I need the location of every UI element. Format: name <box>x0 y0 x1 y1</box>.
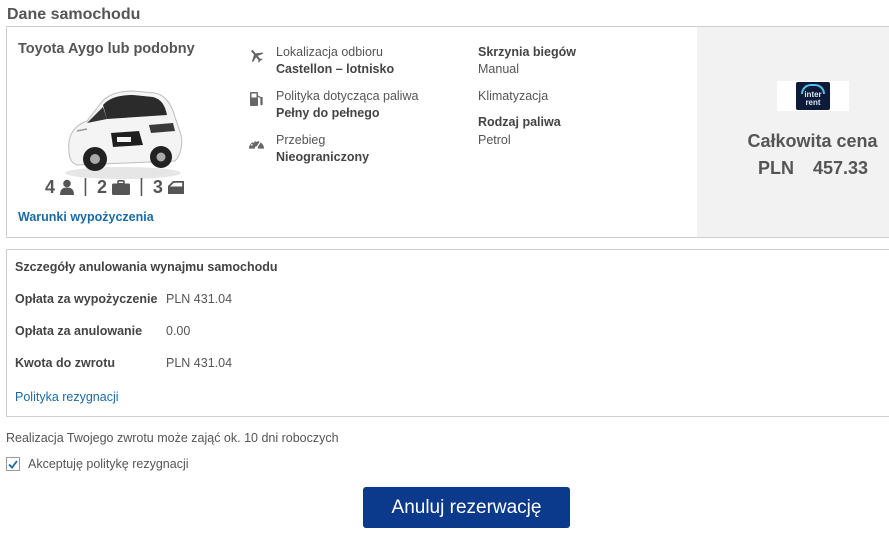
cancellation-details-card: Szczegóły anulowania wynajmu samochodu O… <box>6 249 889 417</box>
mileage-value: Nieograniczony <box>276 150 370 164</box>
total-price-label: Całkowita cena <box>747 131 878 151</box>
fuel-type-value: Petrol <box>478 133 511 147</box>
car-name: Toyota Aygo lub podobny <box>18 41 195 57</box>
mileage-row: Przebieg Nieograniczony <box>247 132 369 166</box>
cancellation-title: Szczegóły anulowania wynajmu samochodu <box>15 260 278 274</box>
cancellation-fee-value: 0.00 <box>166 324 191 338</box>
speedometer-icon <box>247 134 265 152</box>
car-details-card: Toyota Aygo lub podobny 4 | 2 | 3 Warunk… <box>6 26 889 238</box>
car-photo <box>65 90 183 179</box>
rental-fee-value: PLN 431.04 <box>166 292 233 306</box>
capacity-divider: | <box>83 176 88 197</box>
check-icon <box>8 459 18 469</box>
luggage-count: 2 <box>96 176 107 197</box>
car-capacity: 4 | 2 | 3 <box>45 175 184 199</box>
car-door-icon <box>167 180 184 194</box>
total-price-value: PLN 457.33 <box>758 158 868 179</box>
gearbox-value: Manual <box>478 62 519 76</box>
pickup-location-label: Lokalizacja odbioru <box>276 45 384 59</box>
pickup-location-value: Castellon – lotnisko <box>276 62 395 76</box>
cancellation-policy-link[interactable]: Polityka rezygnacji <box>15 390 119 404</box>
fuel-policy-row: Polityka dotycząca paliwa Pełny do pełne… <box>247 88 418 122</box>
fuel-pump-icon <box>247 90 265 108</box>
person-icon <box>60 179 75 195</box>
supplier-logo: inter rent <box>777 81 849 111</box>
refund-amount-value: PLN 431.04 <box>166 356 233 370</box>
price-panel: inter rent Całkowita cena PLN 457.33 <box>697 27 889 237</box>
price-amount: 457.33 <box>813 158 869 178</box>
accept-policy-checkbox[interactable] <box>6 457 20 471</box>
fuel-policy-label: Polityka dotycząca paliwa <box>276 89 419 103</box>
fuel-policy-value: Pełny do pełnego <box>276 106 380 120</box>
fuel-type-label: Rodzaj paliwa <box>478 115 561 129</box>
section-title: Dane samochodu <box>7 6 141 23</box>
refund-amount-label: Kwota do zwrotu <box>15 356 115 370</box>
passenger-count: 4 <box>45 176 56 197</box>
price-currency: PLN <box>758 158 794 178</box>
rental-terms-link[interactable]: Warunki wypożyczenia <box>18 210 154 224</box>
rental-fee-label: Opłata za wypożyczenie <box>15 292 158 306</box>
aircon-label: Klimatyzacja <box>478 89 549 103</box>
capacity-divider: | <box>138 176 144 197</box>
refund-note: Realizacja Twojego zwrotu może zająć ok.… <box>6 431 339 445</box>
plane-icon <box>247 46 265 64</box>
door-count: 3 <box>152 176 163 197</box>
pickup-location-row: Lokalizacja odbioru Castellon – lotnisko <box>247 44 394 78</box>
mileage-label: Przebieg <box>276 133 326 147</box>
accept-policy-label: Akceptuję politykę rezygnacji <box>28 457 189 471</box>
cancellation-fee-label: Opłata za anulowanie <box>15 324 143 338</box>
gearbox-label: Skrzynia biegów <box>478 45 576 59</box>
accept-policy-checkbox-row[interactable]: Akceptuję politykę rezygnacji <box>6 457 189 471</box>
cancel-reservation-button[interactable]: Anuluj rezerwację <box>363 487 570 528</box>
suitcase-icon <box>111 179 130 195</box>
